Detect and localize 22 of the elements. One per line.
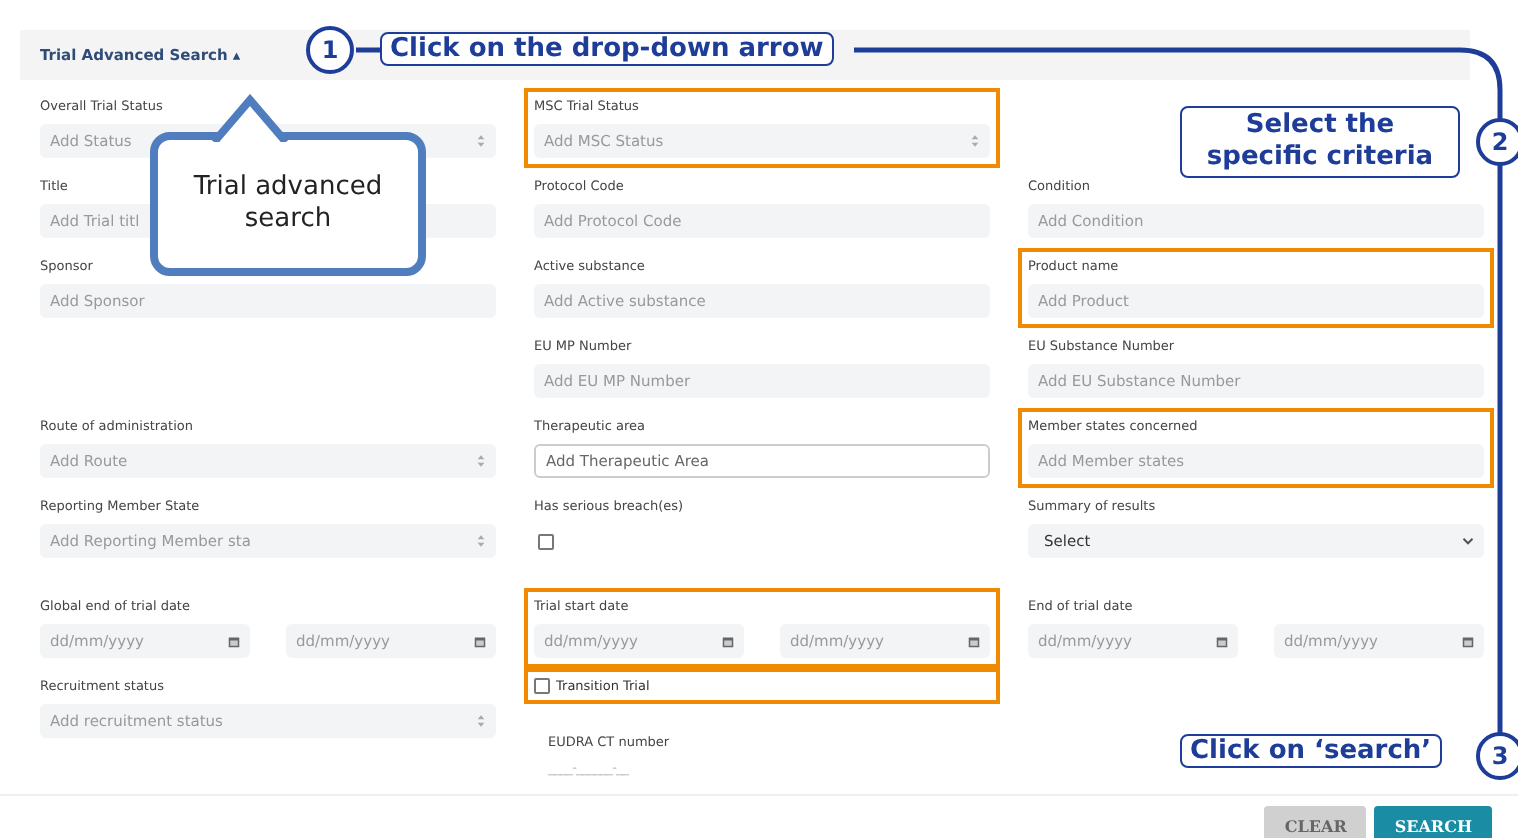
spinner-icon — [476, 532, 486, 550]
spinner-icon — [476, 712, 486, 730]
step-instruction: Click on the drop-down arrow — [380, 32, 834, 66]
step-number: 2 — [1476, 118, 1518, 166]
spinner-icon — [476, 132, 486, 150]
clear-button[interactable]: CLEAR — [1264, 806, 1367, 838]
step-instruction: Click on ‘search’ — [1180, 734, 1442, 768]
callout-text: Trial advanced search — [191, 172, 385, 236]
checkbox[interactable] — [534, 678, 550, 694]
chevron-down-icon — [1462, 536, 1474, 546]
step-instruction: Select the specific criteria — [1180, 106, 1460, 178]
calendar-icon — [228, 635, 240, 647]
spinner-icon — [970, 132, 980, 150]
calendar-icon — [968, 635, 980, 647]
search-button[interactable]: SEARCH — [1374, 806, 1492, 838]
step-number: 3 — [1476, 732, 1518, 780]
checkbox[interactable] — [538, 533, 554, 549]
calendar-icon — [1462, 635, 1474, 647]
calendar-icon — [474, 635, 486, 647]
calendar-icon — [722, 635, 734, 647]
spinner-icon — [476, 452, 486, 470]
calendar-icon — [1216, 635, 1228, 647]
